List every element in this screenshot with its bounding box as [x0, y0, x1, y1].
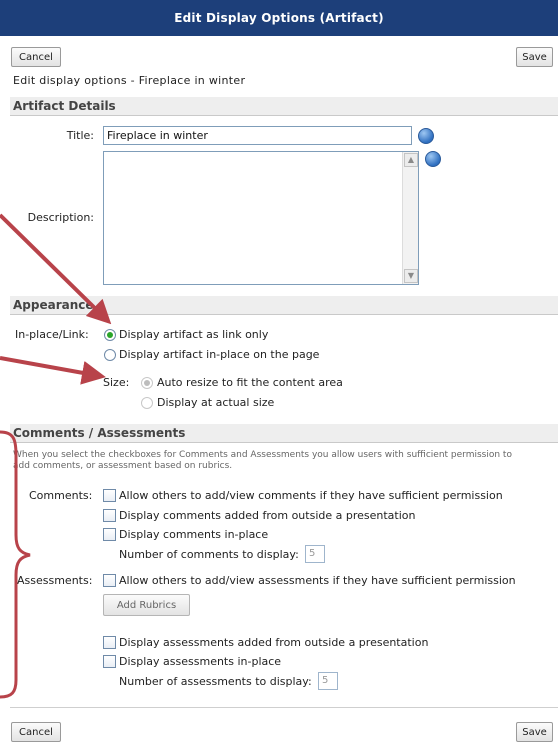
annotation-arrow [0, 356, 106, 385]
annotation-arrow [0, 213, 112, 325]
annotation-brace [0, 430, 31, 699]
annotation-overlay [0, 213, 112, 699]
